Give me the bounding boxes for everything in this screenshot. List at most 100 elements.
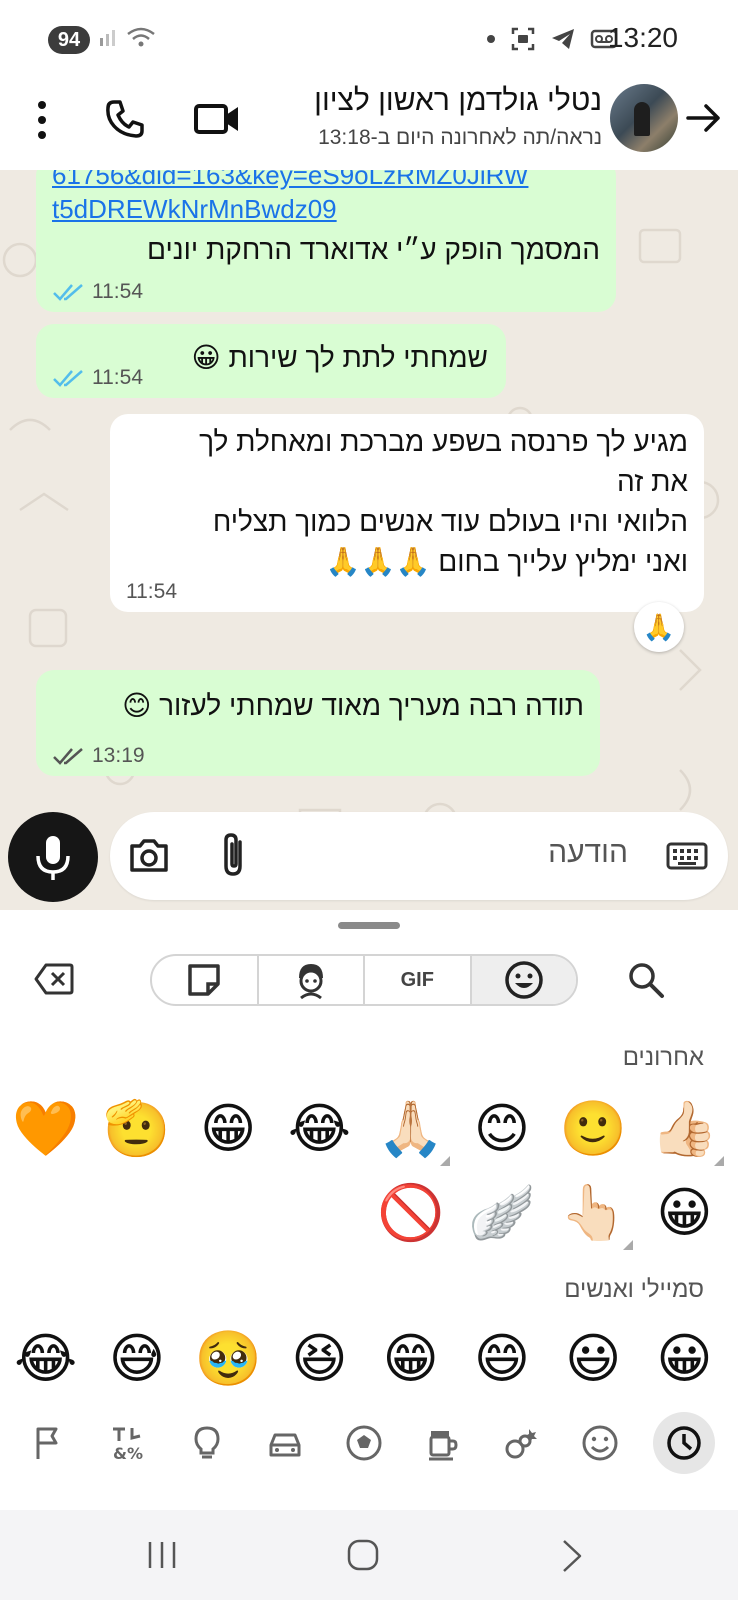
signal-icon [100,30,115,46]
message-link[interactable]: 61756&did=163&key=eS9oLzRMZ0JiRW t5dDREW… [52,170,600,226]
emoji-row-recent-2: 😀 👆🏻 🪽 🚫 [0,1172,730,1254]
message-time: 11:54 [92,280,143,303]
category-symbols[interactable]: &% [102,1417,154,1469]
emoji-key[interactable]: 👍🏻 [639,1088,730,1170]
panel-tabs: GIF [150,954,578,1006]
emoji-key[interactable]: 🙏🏻 [365,1088,456,1170]
message-incoming[interactable]: מגיע לך פרנסה בשפע מברכת ומאחלת לך את זה… [110,414,704,612]
recent-apps-icon[interactable] [146,1540,178,1570]
soccer-ball-icon [346,1425,382,1461]
category-activity[interactable] [338,1417,390,1469]
emoji-key[interactable]: 😀 [639,1318,730,1400]
bulb-icon [194,1426,220,1459]
message-time: 11:54 [92,366,143,389]
emoji-key[interactable]: 😅 [91,1318,182,1400]
clock-icon [666,1426,701,1460]
emoji-key[interactable]: 🧡 [0,1088,91,1170]
message-input[interactable]: הודעה [110,812,728,900]
emoji-key[interactable]: 🚫 [365,1172,456,1254]
emoji-category-bar: &% [0,1408,738,1478]
read-ticks-icon [53,284,83,301]
wifi-icon [126,27,155,47]
section-title-smileys: סמיילי ואנשים [564,1276,704,1303]
back-arrow-icon[interactable] [684,98,724,138]
smiley-icon [582,1425,618,1461]
screenshot-icon [511,27,535,51]
emoji-key[interactable]: 😄 [456,1318,547,1400]
emoji-key[interactable]: 😆 [274,1318,365,1400]
emoji-key[interactable]: 🙂 [548,1088,639,1170]
car-icon [269,1433,301,1457]
animals-icon [505,1429,538,1459]
message-reaction[interactable]: 🙏 [634,602,684,652]
emoji-key[interactable]: 🫡 [91,1088,182,1170]
category-animals[interactable] [495,1417,547,1469]
mic-icon [36,836,70,880]
telegram-icon [552,29,574,49]
search-icon[interactable] [626,960,666,1000]
emoji-key[interactable]: 👆🏻 [548,1172,639,1254]
emoji-key[interactable]: 😁 [183,1088,274,1170]
message-outgoing[interactable]: 61756&did=163&key=eS9oLzRMZ0JiRW t5dDREW… [36,170,616,312]
emoji-key[interactable]: 😂 [0,1318,91,1400]
contact-name[interactable]: נטלי גולדמן ראשון לציון [314,84,602,118]
message-meta: 11:54 [52,280,143,304]
category-food[interactable] [417,1417,469,1469]
notification-icons [486,26,618,52]
category-smileys[interactable] [574,1417,626,1469]
keyboard-icon[interactable] [666,836,708,876]
emoji-key[interactable]: 😂 [274,1088,365,1170]
menu-icon[interactable] [30,98,54,142]
camera-icon[interactable] [124,830,174,880]
last-seen-status: נראה/תה לאחרונה היום ב-13:18 [318,126,602,149]
message-meta: 11:54 [126,580,177,604]
tab-gif[interactable]: GIF [365,956,472,1004]
emoji-key[interactable]: 😁 [365,1318,456,1400]
message-time: 13:19 [92,744,145,767]
tab-emoji[interactable] [471,956,576,1004]
dot-icon [487,35,495,43]
call-icon[interactable] [100,94,150,144]
panel-drag-handle[interactable] [338,922,400,929]
signal-wifi-icons [98,26,156,54]
sticker-icon [188,964,220,996]
nav-back-icon[interactable] [560,1538,584,1574]
backspace-icon[interactable] [34,962,74,996]
emoji-key[interactable]: 😊 [456,1088,547,1170]
message-outgoing[interactable]: תודה רבה מעריך מאוד שמחתי לעזור 😊 13:19 [36,670,600,776]
emoji-key[interactable]: 🪽 [456,1172,547,1254]
message-text: מגיע לך פרנסה בשפע מברכת ומאחלת לך את זה… [199,426,688,577]
svg-text:&%: &% [113,1444,143,1463]
tab-avatars[interactable] [259,956,365,1004]
message-placeholder[interactable]: הודעה [548,836,628,870]
chat-area[interactable]: 61756&did=163&key=eS9oLzRMZ0JiRW t5dDREW… [0,170,738,910]
video-icon[interactable] [192,94,242,144]
message-outgoing[interactable]: שמחתי לתת לך שירות 😀 11:54 [36,324,506,398]
contact-avatar[interactable] [610,84,678,152]
attach-icon[interactable] [214,830,254,880]
emoji-key[interactable]: 🥹 [183,1318,274,1400]
food-icon [428,1431,458,1461]
category-objects[interactable] [181,1417,233,1469]
clock: 13:20 [607,22,678,53]
tab-stickers[interactable] [152,956,259,1004]
emoji-row-smileys: 😀 😃 😄 😁 😆 🥹 😅 😂 [0,1318,730,1400]
status-bar: 94 13:20 [0,0,738,80]
voice-record-button[interactable] [8,812,98,902]
emoji-key[interactable]: 😃 [548,1318,639,1400]
flag-icon [36,1427,58,1459]
category-flags[interactable] [23,1417,75,1469]
category-recent[interactable] [652,1412,715,1474]
message-meta: 13:19 [52,744,145,768]
section-title-recent: אחרונים [622,1044,704,1071]
battery-indicator: 94 [48,26,90,54]
avatar-icon [298,964,323,1000]
message-meta: 11:54 [52,366,143,390]
emoji-key[interactable]: 😀 [639,1172,730,1254]
message-text: תודה רבה מעריך מאוד שמחתי לעזור 😊 [122,690,584,721]
emoji-row-recent-1: 👍🏻 🙂 😊 🙏🏻 😂 😁 🫡 🧡 [0,1088,730,1170]
category-travel[interactable] [259,1417,311,1469]
home-icon[interactable] [346,1538,380,1572]
delivered-ticks-icon [53,748,83,765]
symbols-icon: &% [112,1427,143,1463]
